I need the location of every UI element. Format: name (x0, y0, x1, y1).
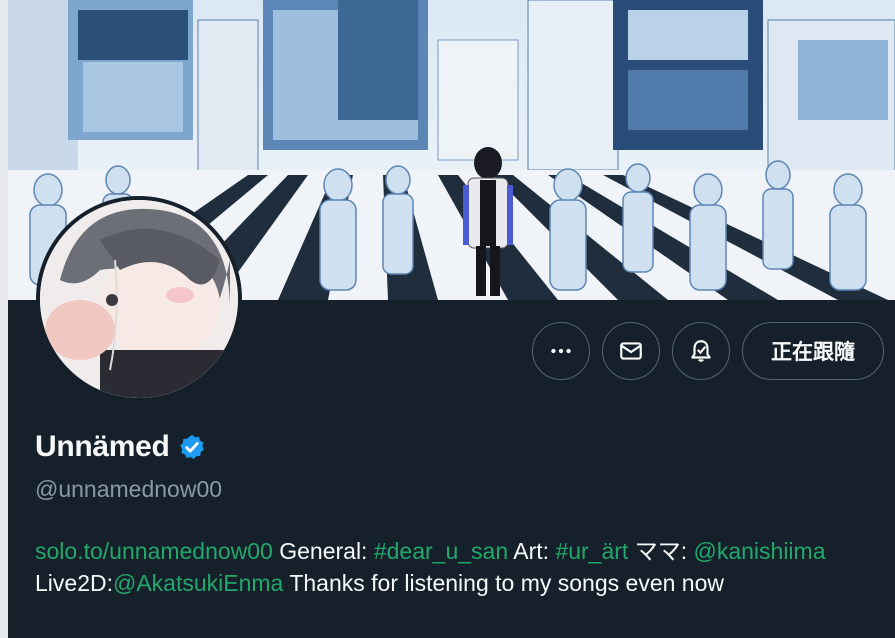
bio-text-thanks: Thanks for listening to my songs even no… (283, 570, 724, 596)
bio-link[interactable]: solo.to/unnamednow00 (35, 538, 273, 564)
bio-text-general: General: (272, 538, 374, 564)
bell-check-icon (691, 340, 711, 362)
user-handle: @unnamednow00 (35, 476, 223, 502)
display-name: Unnämed (35, 430, 170, 463)
name-row: Unnämed (35, 430, 206, 464)
message-button[interactable] (602, 322, 660, 380)
profile-avatar[interactable] (36, 196, 242, 402)
hashtag-dear-u-san[interactable]: #dear_u_san (374, 538, 508, 564)
window-edge (0, 0, 8, 638)
mail-icon (620, 342, 642, 360)
mention-akatsukienma[interactable]: @AkatsukiEnma (113, 570, 283, 596)
bio-text-art: Art: (508, 538, 556, 564)
more-icon (551, 348, 571, 354)
mention-kanishiima[interactable]: @kanishiima (693, 538, 825, 564)
verified-badge-icon[interactable] (178, 433, 206, 461)
profile-actions: 正在跟隨 (532, 322, 884, 380)
bio-text-live2d: Live2D: (35, 570, 113, 596)
profile-bio: solo.to/unnamednow00 General: #dear_u_sa… (35, 535, 885, 599)
avatar-image (40, 200, 238, 398)
notifications-button[interactable] (672, 322, 730, 380)
bio-text-mama: ママ: (628, 538, 694, 564)
hashtag-ur-art[interactable]: #ur_ärt (555, 538, 628, 564)
more-button[interactable] (532, 322, 590, 380)
following-button[interactable]: 正在跟隨 (742, 322, 884, 380)
